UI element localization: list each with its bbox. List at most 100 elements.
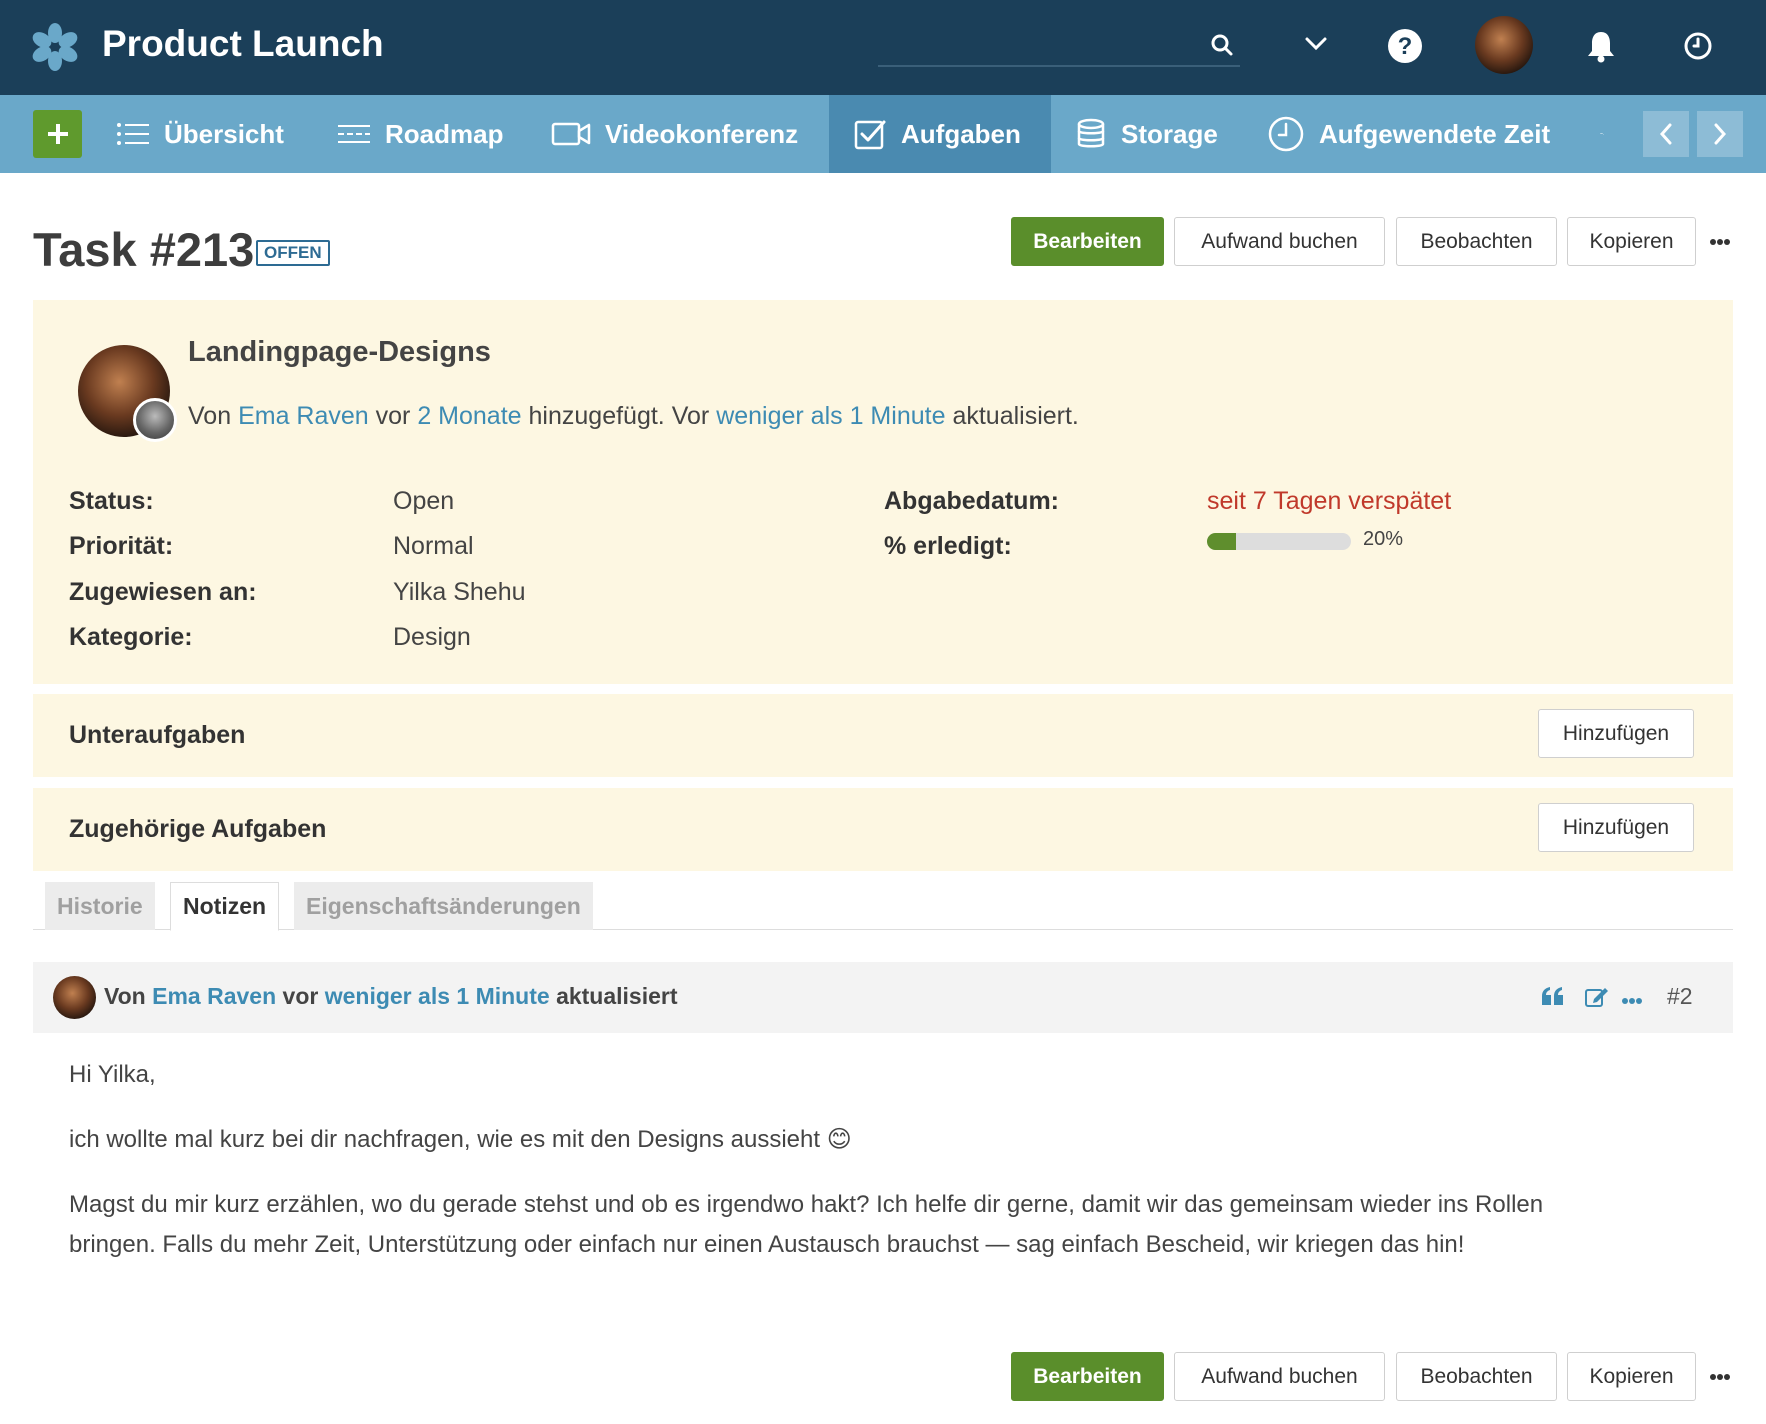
created-time-link[interactable]: 2 Monate [417, 402, 521, 430]
note-byline-text: aktualisiert [556, 983, 678, 1009]
chevron-left-icon [1659, 123, 1672, 145]
status-badge: OFFEN [256, 240, 330, 266]
user-avatar[interactable] [1475, 16, 1533, 74]
assignee-label: Zugewiesen an: [69, 578, 257, 606]
tab-aufgaben[interactable]: Aufgaben [829, 95, 1051, 173]
edit-button-bottom[interactable]: Bearbeiten [1011, 1352, 1164, 1401]
note-more-icon[interactable] [1621, 992, 1643, 1010]
assignee-avatar[interactable] [133, 398, 177, 442]
edit-button[interactable]: Bearbeiten [1011, 217, 1164, 266]
tab-videokonferenz[interactable]: Videokonferenz [551, 95, 798, 173]
note-byline: Von Ema Raven vor weniger als 1 Minute a… [104, 983, 678, 1010]
add-subtask-button[interactable]: Hinzufügen [1538, 709, 1694, 758]
nav-scroll-left-button[interactable] [1643, 111, 1689, 157]
project-title[interactable]: Product Launch [102, 20, 384, 68]
priority-label: Priorität: [69, 532, 174, 560]
priority-value: Normal [393, 532, 474, 560]
tab-eigenschaftsaenderungen[interactable]: Eigenschaftsänderungen [294, 882, 593, 930]
copy-button[interactable]: Kopieren [1567, 217, 1696, 266]
history-tabs: Historie Notizen Eigenschaftsänderungen [33, 882, 1733, 931]
byline-text: hinzugefügt. Vor [528, 402, 710, 430]
bell-icon[interactable] [1583, 27, 1619, 65]
note-author-avatar[interactable] [53, 976, 96, 1019]
clock-icon[interactable] [1680, 28, 1716, 64]
updated-time-link[interactable]: weniger als 1 Minute [716, 402, 945, 430]
tab-label: Videokonferenz [605, 118, 799, 149]
subtasks-title: Unteraufgaben [69, 721, 246, 749]
progress-fill [1207, 533, 1236, 550]
video-icon [551, 122, 591, 146]
note-paragraph: ich wollte mal kurz bei dir nachfragen, … [69, 1126, 852, 1153]
tab-overflow-partial[interactable] [1600, 95, 1618, 173]
note-number[interactable]: #2 [1667, 983, 1693, 1010]
status-label: Status: [69, 487, 154, 515]
assignee-link[interactable]: Yilka Shehu [393, 578, 526, 607]
watch-button[interactable]: Beobachten [1396, 217, 1557, 266]
note-body: Hi Yilka, ich wollte mal kurz bei dir na… [69, 1055, 1629, 1290]
tab-roadmap[interactable]: Roadmap [337, 95, 503, 173]
asterisk-logo-icon[interactable] [30, 22, 80, 72]
add-button[interactable] [33, 110, 82, 158]
related-issues-panel: Zugehörige Aufgaben Hinzufügen [33, 788, 1733, 871]
tab-storage[interactable]: Storage [1075, 95, 1218, 173]
search-input[interactable] [878, 25, 1198, 63]
help-icon[interactable]: ? [1386, 27, 1424, 65]
note-paragraph: Hi Yilka, [69, 1061, 156, 1088]
time-spent-icon [1268, 116, 1304, 152]
tab-uebersicht[interactable]: Übersicht [116, 95, 284, 173]
tab-label: Storage [1121, 118, 1218, 149]
status-value: Open [393, 487, 455, 515]
related-issues-title: Zugehörige Aufgaben [69, 815, 327, 843]
checkbox-icon [854, 120, 886, 150]
byline-text: vor [375, 402, 411, 430]
byline-text: Von [188, 402, 232, 430]
due-date-label: Abgabedatum: [884, 487, 1059, 515]
due-date-value: seit 7 Tagen verspätet [1207, 487, 1452, 515]
tab-aufgewendete-zeit[interactable]: Aufgewendete Zeit [1267, 95, 1550, 173]
tab-notizen[interactable]: Notizen [170, 882, 280, 931]
log-time-button[interactable]: Aufwand buchen [1174, 217, 1385, 266]
chevron-right-icon [1714, 123, 1727, 145]
search-icon[interactable] [1208, 31, 1236, 59]
tab-label: Aufgaben [901, 118, 1021, 149]
page-title: Task #213 [33, 223, 255, 276]
more-options-icon[interactable] [1705, 232, 1735, 252]
task-subject: Landingpage-Designs [188, 336, 491, 368]
note-paragraph: Magst du mir kurz erzählen, wo du gerade… [69, 1191, 1544, 1258]
watch-button-bottom[interactable]: Beobachten [1396, 1352, 1557, 1401]
chevron-down-icon[interactable] [1300, 28, 1332, 60]
category-value: Design [393, 623, 471, 651]
tab-label: Aufgewendete Zeit [1319, 118, 1551, 149]
svg-text:?: ? [1398, 33, 1413, 60]
note-author-link[interactable]: Ema Raven [152, 983, 276, 1009]
roadmap-icon [338, 125, 370, 143]
done-ratio-progress-bar [1207, 533, 1351, 550]
note-byline-text: Von [104, 983, 146, 1009]
task-details-panel: Landingpage-Designs Von Ema Raven vor 2 … [33, 300, 1733, 684]
list-icon [117, 123, 149, 145]
log-time-button-bottom[interactable]: Aufwand buchen [1174, 1352, 1385, 1401]
database-icon [1077, 118, 1105, 148]
project-nav: Übersicht Roadmap Videokonferenz Aufgabe… [0, 95, 1766, 173]
edit-note-icon[interactable] [1585, 986, 1609, 1013]
done-ratio-label: % erledigt: [884, 532, 1012, 560]
byline-text: aktualisiert. [952, 402, 1079, 430]
add-related-button[interactable]: Hinzufügen [1538, 803, 1694, 852]
author-link[interactable]: Ema Raven [238, 402, 369, 430]
copy-button-bottom[interactable]: Kopieren [1567, 1352, 1696, 1401]
tab-label: Roadmap [385, 118, 504, 149]
note-byline-text: vor [282, 983, 319, 1009]
more-options-icon-bottom[interactable] [1705, 1367, 1735, 1387]
note-header: Von Ema Raven vor weniger als 1 Minute a… [33, 962, 1733, 1033]
tab-historie[interactable]: Historie [45, 882, 155, 930]
tab-label: Übersicht [164, 118, 284, 149]
partial-tab-icon [1600, 133, 1604, 135]
subtasks-panel: Unteraufgaben Hinzufügen [33, 694, 1733, 777]
quote-icon[interactable] [1541, 986, 1565, 1011]
nav-scroll-right-button[interactable] [1697, 111, 1743, 157]
category-label: Kategorie: [69, 623, 193, 651]
top-bar: Product Launch ? [0, 0, 1766, 95]
task-byline: Von Ema Raven vor 2 Monate hinzugefügt. … [188, 402, 1079, 431]
search-field[interactable] [878, 25, 1240, 67]
note-time-link[interactable]: weniger als 1 Minute [325, 983, 550, 1009]
